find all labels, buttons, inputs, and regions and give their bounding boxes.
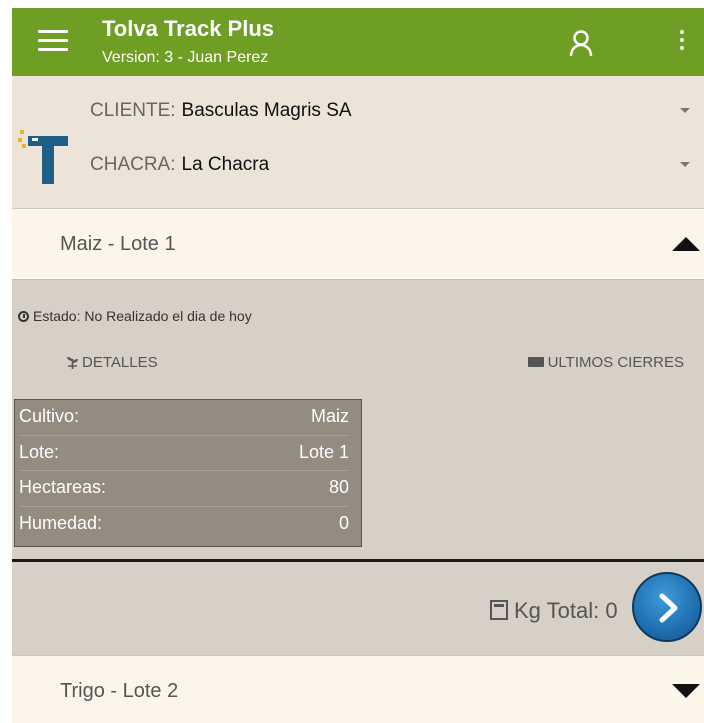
lote-detail-panel: Estado: No Realizado el dia de hoy DETAL… (12, 279, 704, 559)
kg-total: Kg Total: 0 (490, 598, 618, 624)
estado-status: Estado: No Realizado el dia de hoy (18, 308, 252, 324)
info-row-lote: Lote: Lote 1 (19, 436, 349, 471)
info-key: Humedad: (19, 512, 103, 533)
cliente-label: CLIENTE: (90, 100, 176, 121)
calculator-icon (490, 600, 508, 620)
chacra-dropdown[interactable]: CHACRA: La Chacra (90, 154, 690, 194)
next-button[interactable] (632, 572, 702, 642)
lote-header-trigo[interactable]: Trigo - Lote 2 (12, 655, 704, 723)
kg-total-text: Kg Total: 0 (514, 598, 618, 623)
app-subtitle: Version: 3 - Juan Perez (102, 49, 269, 66)
info-value: Lote 1 (298, 441, 349, 462)
expand-icon[interactable] (672, 684, 700, 698)
clock-icon (18, 311, 29, 322)
app-logo (18, 130, 68, 184)
info-value: Maiz (310, 406, 349, 426)
info-row-humedad: Humedad: 0 (19, 507, 349, 543)
truck-icon (527, 357, 544, 367)
estado-text: Estado: No Realizado el dia de hoy (33, 308, 252, 324)
chacra-value: La Chacra (181, 154, 270, 175)
info-value: 80 (328, 477, 349, 497)
info-key: Lote: (19, 441, 60, 462)
chevron-down-icon (680, 162, 690, 167)
collapse-icon[interactable] (672, 237, 700, 251)
chevron-down-icon (680, 108, 690, 113)
info-row-cultivo: Cultivo: Maiz (19, 400, 349, 436)
ultimos-cierres-button[interactable]: ULTIMOS CIERRES (527, 354, 684, 371)
lote-title: Trigo - Lote 2 (60, 680, 179, 702)
kg-total-panel: Kg Total: 0 (12, 559, 704, 655)
selector-panel: CLIENTE: Basculas Magris SA CHACRA: La Cha… (12, 76, 704, 208)
more-vert-icon[interactable] (676, 30, 688, 56)
detalles-label: DETALLES (82, 354, 158, 371)
lote-info-table: Cultivo: Maiz Lote: Lote 1 Hectareas: 80… (14, 399, 362, 547)
detalles-button[interactable]: DETALLES (66, 354, 158, 371)
cliente-dropdown[interactable]: CLIENTE: Basculas Magris SA (90, 100, 690, 140)
info-key: Hectareas: (19, 477, 107, 497)
chevron-right-icon (659, 593, 678, 623)
user-icon[interactable] (568, 28, 594, 58)
info-row-hectareas: Hectareas: 80 (19, 471, 349, 507)
lote-header-maiz[interactable]: Maiz - Lote 1 (12, 208, 704, 278)
info-key: Cultivo: (19, 406, 80, 426)
info-value: 0 (338, 512, 349, 533)
cierres-label: ULTIMOS CIERRES (547, 354, 684, 371)
lote-title: Maiz - Lote 1 (60, 233, 176, 255)
sprout-icon (67, 357, 78, 369)
chacra-label: CHACRA: (90, 154, 176, 175)
app-bar: Tolva Track Plus Version: 3 - Juan Perez (12, 8, 704, 76)
app-title: Tolva Track Plus (102, 16, 275, 41)
menu-icon[interactable] (38, 30, 68, 54)
cliente-value: Basculas Magris SA (181, 100, 352, 121)
